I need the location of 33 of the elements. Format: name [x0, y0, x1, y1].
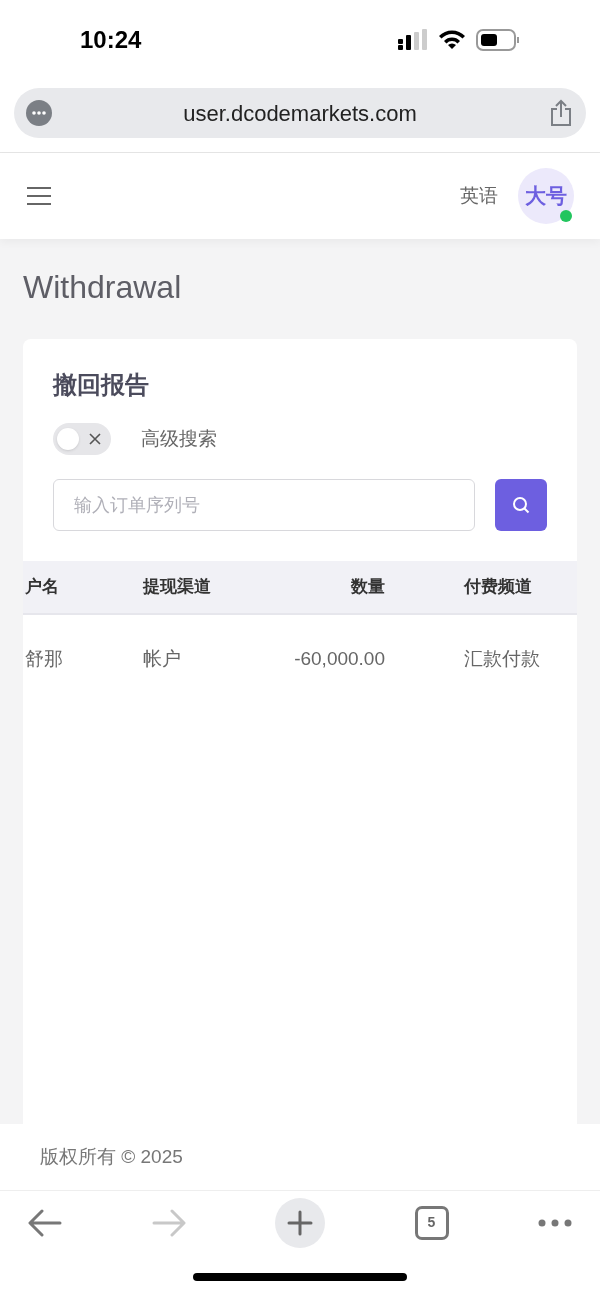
- more-icon[interactable]: [26, 100, 52, 126]
- table-cell-text: -60,000.00: [293, 646, 385, 671]
- battery-icon: [476, 29, 520, 51]
- address-bar[interactable]: user.dcodemarkets.com: [14, 88, 586, 138]
- tabs-button[interactable]: 5: [414, 1205, 449, 1240]
- advanced-search-label: 高级搜索: [141, 426, 217, 451]
- more-icon[interactable]: [538, 1217, 572, 1228]
- plus-icon: [287, 1209, 313, 1236]
- column-header: 提现渠道: [143, 576, 212, 599]
- search-icon: [512, 496, 530, 514]
- back-icon[interactable]: [28, 1208, 62, 1237]
- url-text: user.dcodemarkets.com: [183, 99, 417, 128]
- table-cell-text: 舒那: [24, 646, 64, 671]
- page-title: Withdrawal: [23, 268, 183, 307]
- column-header: 户名: [24, 576, 60, 599]
- table-cell-text: 帐户: [143, 646, 182, 671]
- signal-icon: [398, 29, 428, 51]
- avatar[interactable]: 大号: [518, 168, 574, 224]
- share-icon[interactable]: [548, 99, 574, 127]
- copyright-text: 版权所有 © 2025: [40, 1144, 183, 1169]
- table-cell-text: 汇款付款: [463, 646, 541, 671]
- menu-icon[interactable]: [26, 186, 52, 206]
- order-search-field[interactable]: 输入订单序列号: [53, 479, 475, 531]
- advanced-search-toggle[interactable]: [53, 423, 111, 455]
- column-header: 付费频道: [463, 576, 533, 599]
- new-tab-button[interactable]: [275, 1197, 325, 1248]
- status-time: 10:24: [80, 25, 142, 55]
- search-button[interactable]: [495, 479, 547, 531]
- language-selector[interactable]: 英语: [460, 181, 498, 211]
- card-title: 撤回报告: [53, 370, 150, 400]
- column-header: 数量: [350, 576, 385, 599]
- cross-icon: [89, 433, 101, 445]
- wifi-icon: [438, 30, 466, 50]
